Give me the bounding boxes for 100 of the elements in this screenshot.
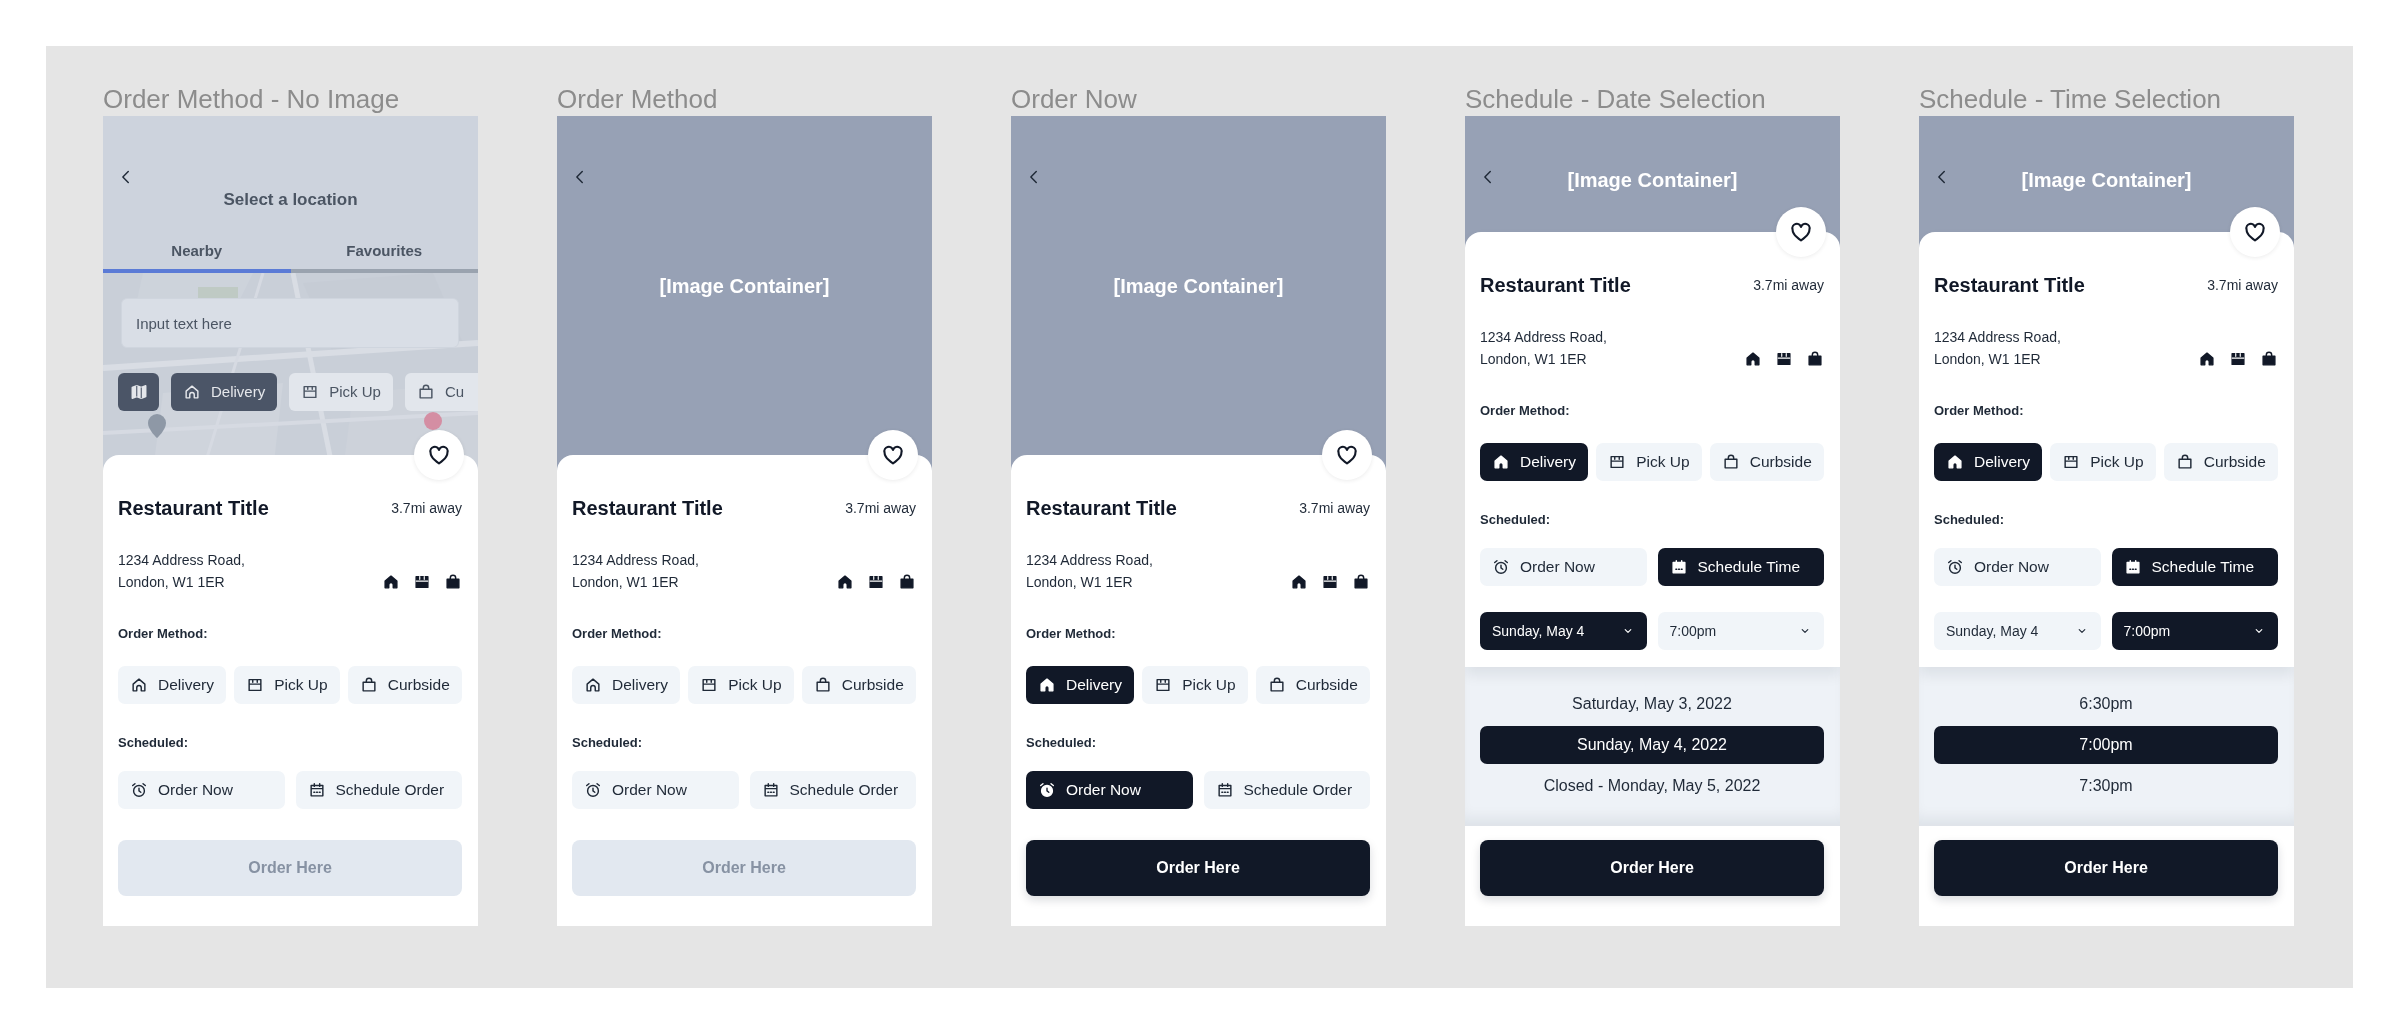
dropdown[interactable]: Sunday, May 4 xyxy=(1934,612,2101,650)
option-button[interactable]: Order Now xyxy=(1480,548,1647,586)
picker-option[interactable]: 7:30pm xyxy=(1934,767,2278,805)
distance-text: 3.7mi away xyxy=(1753,275,1824,295)
calendar-icon xyxy=(2123,558,2142,576)
dropdown[interactable]: 7:00pm xyxy=(1657,612,1824,650)
option-button[interactable]: Order Now xyxy=(118,771,285,809)
address-text: 1234 Address Road, London, W1 1ER xyxy=(1934,328,2061,369)
alarm-clock-icon xyxy=(130,781,148,799)
storefront-icon xyxy=(1608,453,1627,471)
home-icon xyxy=(1492,453,1510,471)
favorite-button[interactable] xyxy=(414,430,464,480)
restaurant-title: Restaurant Title xyxy=(1934,273,2085,297)
restaurant-title: Restaurant Title xyxy=(1026,496,1177,520)
option-button[interactable]: Curbside xyxy=(2163,443,2278,481)
option-button[interactable]: Curbside xyxy=(347,666,462,704)
option-button[interactable]: Pick Up xyxy=(1142,666,1248,704)
frame-title: Order Now xyxy=(1011,84,1138,115)
bag-icon xyxy=(813,676,832,694)
picker-option[interactable]: Sunday, May 4, 2022 xyxy=(1480,726,1824,764)
storefront-icon xyxy=(700,676,719,694)
dropdown[interactable]: 7:00pm xyxy=(2111,612,2278,650)
search-field[interactable]: Input text here xyxy=(121,298,459,348)
section-label: Order Method: xyxy=(1480,403,1571,419)
option-button[interactable]: Delivery xyxy=(1480,443,1589,481)
home-icon xyxy=(1290,573,1308,591)
favorite-button[interactable] xyxy=(1322,430,1372,480)
image-placeholder-label: [Image Container] xyxy=(2021,168,2192,193)
restaurant-title: Restaurant Title xyxy=(1480,273,1631,297)
alarm-clock-icon xyxy=(1038,781,1056,799)
order-button[interactable]: Order Here xyxy=(1026,840,1370,896)
map-button[interactable] xyxy=(118,373,159,411)
option-button[interactable]: Schedule Order xyxy=(1203,771,1370,809)
address-text: 1234 Address Road, London, W1 1ER xyxy=(118,551,245,592)
storefront-icon xyxy=(2062,453,2081,471)
bag-icon xyxy=(416,383,435,401)
storefront-icon xyxy=(413,573,431,591)
dropdown[interactable]: Sunday, May 4 xyxy=(1480,612,1647,650)
option-button[interactable]: Schedule Order xyxy=(749,771,916,809)
bag-icon xyxy=(444,573,462,591)
section-label: Order Method: xyxy=(1026,626,1117,642)
option-button[interactable]: Schedule Order xyxy=(295,771,462,809)
picker-option[interactable]: 7:00pm xyxy=(1934,726,2278,764)
calendar-icon xyxy=(1215,781,1234,799)
home-icon xyxy=(130,676,148,694)
frame-title: Order Method - No Image xyxy=(103,84,401,115)
storefront-icon xyxy=(1321,573,1339,591)
order-button[interactable]: Order Here xyxy=(1934,840,2278,896)
restaurant-title: Restaurant Title xyxy=(118,496,269,520)
picker-option[interactable]: Closed - Monday, May 5, 2022 xyxy=(1480,767,1824,805)
storefront-icon xyxy=(1775,350,1793,368)
bag-icon xyxy=(1721,453,1740,471)
storefront-icon xyxy=(867,573,885,591)
section-label: Scheduled: xyxy=(572,735,644,751)
option-button[interactable]: Order Now xyxy=(1026,771,1193,809)
frame-title: Schedule - Date Selection xyxy=(1465,84,1767,115)
filter-chip[interactable]: Delivery xyxy=(171,373,278,411)
favorite-button[interactable] xyxy=(1776,207,1826,257)
screen-title: Select a location xyxy=(222,190,359,210)
option-button[interactable]: Pick Up xyxy=(688,666,794,704)
option-button[interactable]: Delivery xyxy=(1934,443,2043,481)
favorite-button[interactable] xyxy=(2230,207,2280,257)
storefront-icon xyxy=(2229,350,2247,368)
picker-option[interactable]: 6:30pm xyxy=(1934,685,2278,723)
section-label: Scheduled: xyxy=(1026,735,1098,751)
option-button[interactable]: Schedule Time xyxy=(2111,548,2278,586)
image-placeholder-label: [Image Container] xyxy=(659,273,830,299)
calendar-icon xyxy=(307,781,326,799)
picker-option[interactable]: Saturday, May 3, 2022 xyxy=(1480,685,1824,723)
section-label: Scheduled: xyxy=(118,735,190,751)
alarm-clock-icon xyxy=(584,781,602,799)
distance-text: 3.7mi away xyxy=(391,498,462,518)
option-button[interactable]: Pick Up xyxy=(2050,443,2156,481)
section-label: Order Method: xyxy=(118,626,209,642)
section-label: Scheduled: xyxy=(1934,512,2006,528)
home-icon xyxy=(1038,676,1056,694)
section-label: Order Method: xyxy=(1934,403,2025,419)
bag-icon xyxy=(1806,350,1824,368)
bag-icon xyxy=(898,573,916,591)
bag-icon xyxy=(1352,573,1370,591)
option-button[interactable]: Schedule Time xyxy=(1657,548,1824,586)
option-button[interactable]: Pick Up xyxy=(234,666,340,704)
distance-text: 3.7mi away xyxy=(2207,275,2278,295)
option-button[interactable]: Order Now xyxy=(1934,548,2101,586)
option-button[interactable]: Pick Up xyxy=(1596,443,1702,481)
calendar-icon xyxy=(1669,558,1688,576)
option-button[interactable]: Curbside xyxy=(1255,666,1370,704)
option-button[interactable]: Delivery xyxy=(572,666,681,704)
option-button[interactable]: Delivery xyxy=(1026,666,1135,704)
option-button[interactable]: Delivery xyxy=(118,666,227,704)
filter-chip[interactable]: Cu xyxy=(404,373,478,411)
filter-chip[interactable]: Pick Up xyxy=(289,373,393,411)
favorite-button[interactable] xyxy=(868,430,918,480)
address-text: 1234 Address Road, London, W1 1ER xyxy=(1026,551,1153,592)
order-button[interactable]: Order Here xyxy=(1480,840,1824,896)
option-button[interactable]: Order Now xyxy=(572,771,739,809)
option-button[interactable]: Curbside xyxy=(801,666,916,704)
image-placeholder-label: [Image Container] xyxy=(1113,273,1284,299)
option-button[interactable]: Curbside xyxy=(1709,443,1824,481)
calendar-icon xyxy=(761,781,780,799)
